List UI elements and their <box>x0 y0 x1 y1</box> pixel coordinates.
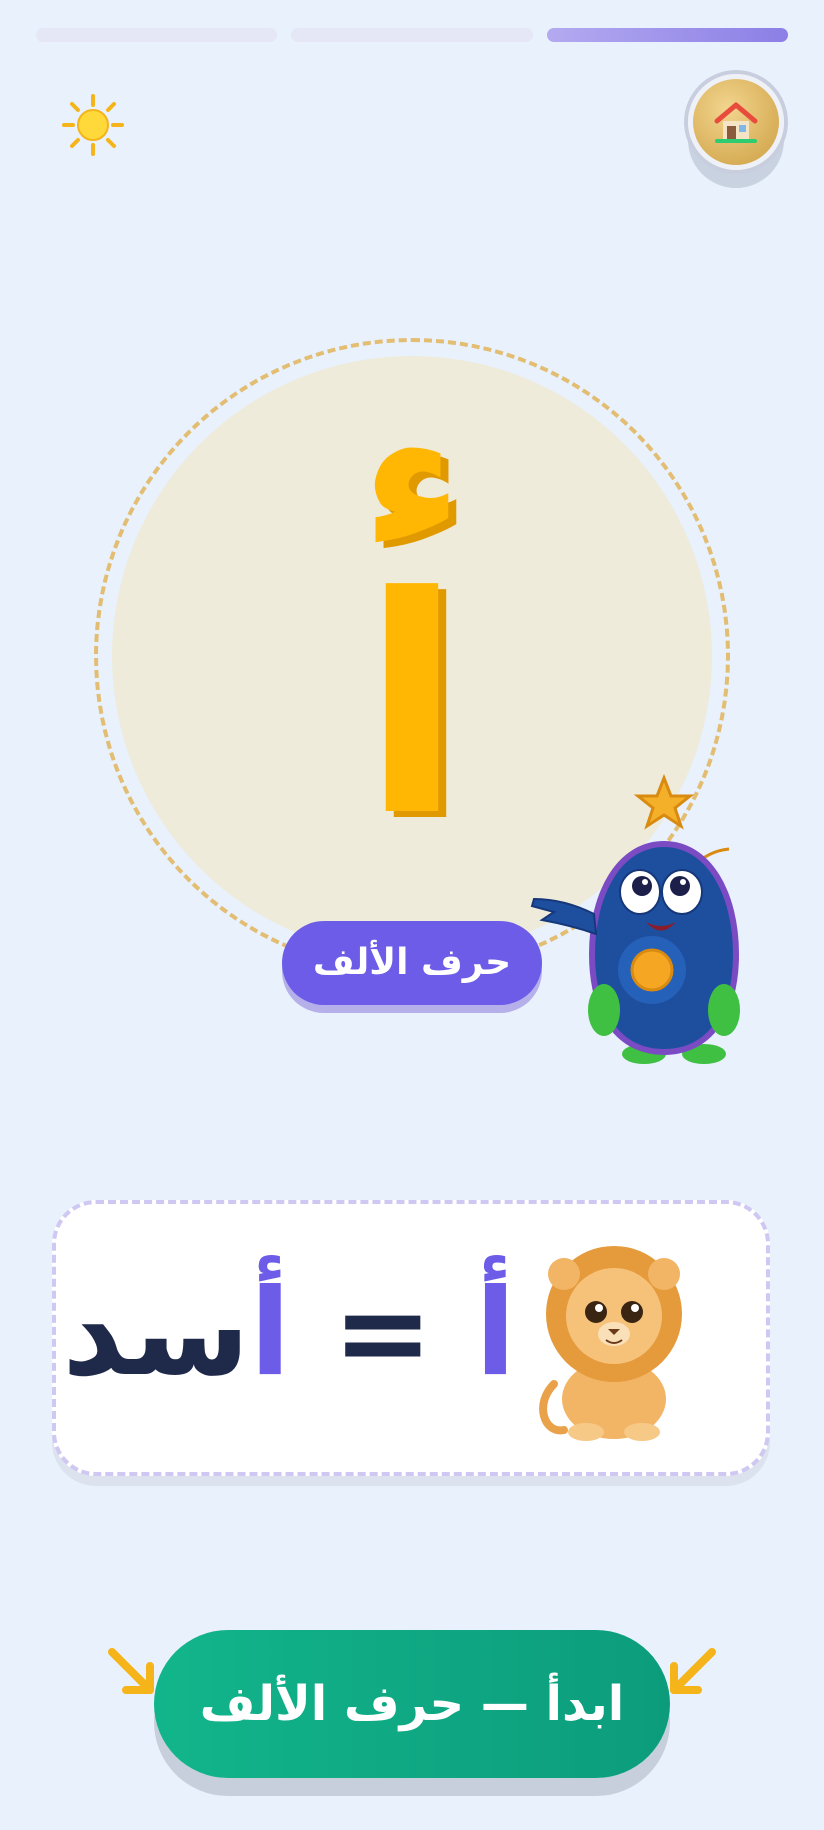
equals-sign: = <box>332 1264 434 1403</box>
word-first-letter: أ <box>249 1264 291 1403</box>
mascot-character <box>524 773 774 1064</box>
progress-segment <box>291 28 533 42</box>
home-button[interactable] <box>688 74 784 170</box>
example-letter: أ <box>474 1264 516 1403</box>
arrow-left-icon <box>664 1646 718 1700</box>
sun-icon[interactable] <box>62 94 124 156</box>
arrow-right-icon <box>106 1646 160 1700</box>
home-icon <box>714 102 758 143</box>
lion-image <box>514 1234 714 1444</box>
letter-equation: أ = أسد <box>62 1244 516 1424</box>
word-rest: سد <box>62 1264 250 1403</box>
start-button[interactable]: ابدأ — حرف الألف <box>154 1630 670 1778</box>
progress-segment-active <box>546 28 788 42</box>
progress-segment <box>36 28 278 42</box>
word-example-card[interactable]: أ = أسد <box>52 1200 770 1476</box>
lesson-progress-bar <box>36 28 788 42</box>
letter-name-label[interactable]: حرف الألف <box>282 921 542 1005</box>
